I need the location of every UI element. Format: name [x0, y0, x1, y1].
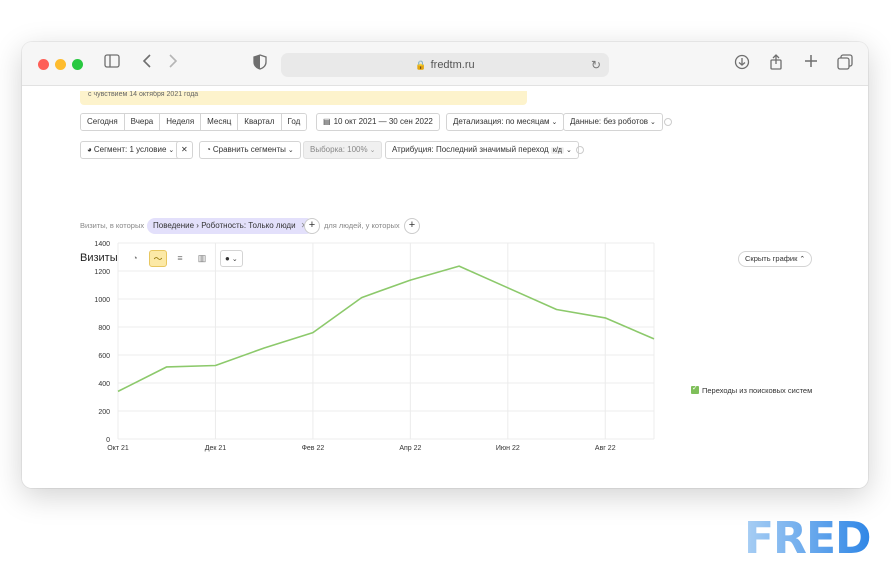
- legend-label: Переходы из поисковых систем: [702, 386, 812, 395]
- download-icon[interactable]: [732, 54, 752, 74]
- share-icon[interactable]: [766, 54, 786, 74]
- x-tick-label: Окт 21: [107, 445, 129, 452]
- close-window-button[interactable]: [38, 59, 49, 70]
- y-tick-label: 1000: [94, 297, 110, 304]
- y-tick-label: 600: [98, 353, 110, 360]
- y-tick-label: 0: [106, 437, 110, 444]
- forward-icon[interactable]: [163, 54, 183, 74]
- privacy-shield-icon[interactable]: [250, 54, 270, 74]
- url-text: fredtm.ru: [431, 59, 475, 71]
- fred-logo: FRED: [744, 513, 870, 568]
- tab-overview-icon[interactable]: [835, 54, 855, 74]
- y-tick-label: 800: [98, 325, 110, 332]
- page-content: с чувствием 14 октября 2021 года Сегодня…: [22, 87, 868, 488]
- address-bar[interactable]: 🔒 fredtm.ru ↻: [281, 53, 609, 77]
- legend-checkbox-icon[interactable]: [691, 386, 699, 394]
- lock-icon: 🔒: [415, 60, 426, 70]
- reload-icon[interactable]: ↻: [591, 53, 601, 77]
- y-tick-label: 400: [98, 381, 110, 388]
- x-tick-label: Авг 22: [595, 445, 616, 452]
- chart-area: 0 200 400 600 800 1000 1200 1400 Окт 21 Дек 21 Фев…: [22, 87, 868, 488]
- sidebar-icon[interactable]: [102, 54, 122, 74]
- x-tick-label: Дек 21: [205, 445, 227, 452]
- y-tick-label: 1200: [94, 269, 110, 276]
- y-tick-label: 200: [98, 409, 110, 416]
- fred-logo-text: FRED: [744, 513, 870, 559]
- chart-legend[interactable]: Переходы из поисковых систем: [691, 386, 812, 395]
- minimize-window-button[interactable]: [55, 59, 66, 70]
- browser-window: 🔒 fredtm.ru ↻ с чувствием 14 октября 2021…: [22, 42, 868, 488]
- x-tick-label: Июн 22: [496, 445, 520, 452]
- back-icon[interactable]: [137, 54, 157, 74]
- x-tick-label: Апр 22: [399, 445, 421, 452]
- x-tick-label: Фев 22: [302, 445, 325, 452]
- fred-logo-graphic: FRED: [744, 513, 870, 559]
- series-line: [118, 266, 654, 391]
- y-tick-label: 1400: [94, 241, 110, 248]
- browser-titlebar: 🔒 fredtm.ru ↻: [22, 42, 868, 86]
- zoom-window-button[interactable]: [72, 59, 83, 70]
- new-tab-icon[interactable]: [801, 54, 821, 74]
